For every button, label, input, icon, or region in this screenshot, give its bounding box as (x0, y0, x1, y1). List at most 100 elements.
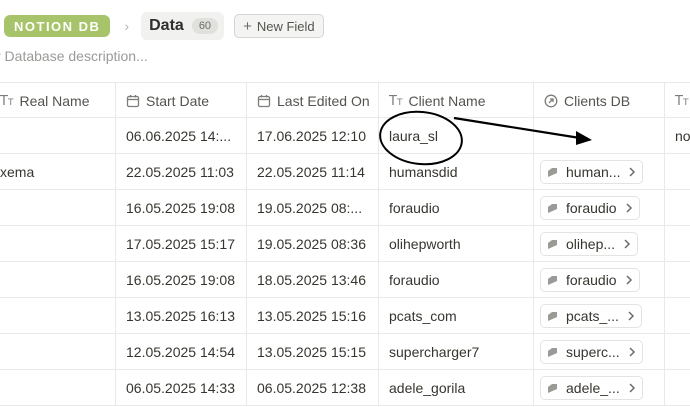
cell-last-edited-on[interactable]: 13.05.2025 15:16 (247, 298, 379, 334)
view-tab-data[interactable]: Data 60 (141, 12, 225, 40)
cell-start-date[interactable]: 16.05.2025 19:08 (116, 190, 247, 226)
column-header-real-name[interactable]: TT Real Name (0, 83, 116, 119)
database-description-input[interactable]: r Database description... (0, 48, 148, 64)
relation-pill[interactable]: superc... (540, 340, 643, 364)
relation-pill[interactable]: foraudio (540, 196, 640, 220)
chevron-right-icon (623, 239, 631, 249)
database-badge[interactable]: NOTION DB (4, 15, 111, 37)
page-icon (547, 167, 558, 178)
cell-clients-db[interactable] (534, 118, 665, 154)
table-row[interactable]: 06.06.2025 14:... 17.06.2025 12:10 laura_s… (0, 118, 690, 154)
calendar-icon (126, 94, 140, 108)
cell-real-name[interactable] (0, 334, 116, 370)
chevron-right-icon (628, 383, 636, 393)
cell-clients-db[interactable]: superc... (534, 334, 665, 370)
relation-pill-label: pcats_... (566, 308, 619, 324)
cell-clients-db[interactable]: olihep... (534, 226, 665, 262)
column-header-last-edited-on[interactable]: Last Edited On (247, 83, 379, 119)
table-header-row: TT Real Name Start Date Last Edited On T… (0, 82, 690, 119)
cell-real-name[interactable] (0, 262, 116, 298)
chevron-right-icon (625, 203, 633, 213)
relation-pill[interactable]: adele_... (540, 376, 643, 400)
cell-real-name[interactable] (0, 118, 116, 154)
relation-pill[interactable]: pcats_... (540, 304, 642, 328)
cell-start-date[interactable]: 16.05.2025 19:08 (116, 262, 247, 298)
cell-extra[interactable] (665, 262, 690, 298)
cell-extra[interactable] (665, 370, 690, 406)
cell-last-edited-on[interactable]: 22.05.2025 11:14 (247, 154, 379, 190)
cell-clients-db[interactable]: foraudio (534, 190, 665, 226)
cell-clients-db[interactable]: foraudio (534, 262, 665, 298)
cell-client-name[interactable]: olihepworth (379, 226, 534, 262)
table-row[interactable]: xema 22.05.2025 11:03 22.05.2025 11:14 huma… (0, 154, 690, 190)
cell-client-name[interactable]: foraudio (379, 262, 534, 298)
relation-pill-label: superc... (566, 344, 620, 360)
table-body: 06.06.2025 14:... 17.06.2025 12:10 laura_s… (0, 118, 690, 406)
chevron-right-icon (628, 167, 636, 177)
relation-pill-label: olihep... (566, 236, 616, 252)
record-count-badge: 60 (191, 18, 219, 34)
relation-pill-label: adele_... (566, 380, 620, 396)
plus-icon: + (243, 17, 252, 35)
new-field-label: New Field (256, 18, 315, 34)
cell-last-edited-on[interactable]: 18.05.2025 13:46 (247, 262, 379, 298)
column-header-client-name[interactable]: TT Client Name (379, 83, 534, 119)
page-icon (547, 203, 558, 214)
cell-client-name[interactable]: foraudio (379, 190, 534, 226)
table-row[interactable]: 13.05.2025 16:13 13.05.2025 15:16 pcats_co… (0, 298, 690, 334)
relation-pill[interactable]: foraudio (540, 268, 640, 292)
page-icon (547, 383, 558, 394)
cell-last-edited-on[interactable]: 19.05.2025 08:36 (247, 226, 379, 262)
cell-last-edited-on[interactable]: 06.05.2025 12:38 (247, 370, 379, 406)
cell-real-name[interactable] (0, 190, 116, 226)
cell-client-name[interactable]: humansdid (379, 154, 534, 190)
relation-pill[interactable]: human... (540, 160, 644, 184)
relation-pill-label: human... (566, 164, 621, 180)
page-icon (547, 239, 558, 250)
column-header-clients-db[interactable]: Clients DB (534, 83, 665, 119)
cell-extra[interactable] (665, 334, 690, 370)
cell-real-name[interactable] (0, 298, 116, 334)
cell-client-name[interactable]: supercharger7 (379, 334, 534, 370)
page-icon (547, 347, 558, 358)
cell-start-date[interactable]: 17.05.2025 15:17 (116, 226, 247, 262)
cell-start-date[interactable]: 12.05.2025 14:54 (116, 334, 247, 370)
cell-clients-db[interactable]: pcats_... (534, 298, 665, 334)
cell-extra[interactable]: no (665, 118, 690, 154)
cell-client-name[interactable]: laura_sl (379, 118, 534, 154)
cell-client-name[interactable]: adele_gorila (379, 370, 534, 406)
relation-pill-label: foraudio (566, 200, 617, 216)
top-bar: NOTION DB › Data 60 + New Field (0, 12, 324, 40)
cell-start-date[interactable]: 06.06.2025 14:... (116, 118, 247, 154)
table-row[interactable]: 16.05.2025 19:08 19.05.2025 08:... foraudi… (0, 190, 690, 226)
relation-pill[interactable]: olihep... (540, 232, 639, 256)
cell-client-name[interactable]: pcats_com (379, 298, 534, 334)
cell-extra[interactable] (665, 298, 690, 334)
cell-extra[interactable] (665, 190, 690, 226)
text-icon: TT (0, 93, 14, 109)
cell-last-edited-on[interactable]: 19.05.2025 08:... (247, 190, 379, 226)
table-row[interactable]: 17.05.2025 15:17 19.05.2025 08:36 olihepwo… (0, 226, 690, 262)
new-field-button[interactable]: + New Field (234, 14, 324, 38)
view-title: Data (149, 17, 184, 34)
breadcrumb-chevron-icon: › (124, 18, 130, 34)
cell-last-edited-on[interactable]: 17.06.2025 12:10 (247, 118, 379, 154)
cell-real-name[interactable] (0, 370, 116, 406)
cell-start-date[interactable]: 13.05.2025 16:13 (116, 298, 247, 334)
column-header-start-date[interactable]: Start Date (116, 83, 247, 119)
cell-start-date[interactable]: 06.05.2025 14:33 (116, 370, 247, 406)
table-row[interactable]: 16.05.2025 19:08 18.05.2025 13:46 foraudio… (0, 262, 690, 298)
cell-start-date[interactable]: 22.05.2025 11:03 (116, 154, 247, 190)
page-icon (547, 311, 558, 322)
column-header-extra[interactable]: TT (665, 83, 690, 119)
cell-real-name[interactable] (0, 226, 116, 262)
cell-extra[interactable] (665, 154, 690, 190)
cell-clients-db[interactable]: adele_... (534, 370, 665, 406)
table-row[interactable]: 06.05.2025 14:33 06.05.2025 12:38 adele_go… (0, 370, 690, 406)
text-icon: TT (389, 93, 403, 109)
cell-extra[interactable] (665, 226, 690, 262)
cell-last-edited-on[interactable]: 13.05.2025 15:15 (247, 334, 379, 370)
cell-real-name[interactable]: xema (0, 154, 116, 190)
table-row[interactable]: 12.05.2025 14:54 13.05.2025 15:15 supercha… (0, 334, 690, 370)
cell-clients-db[interactable]: human... (534, 154, 665, 190)
